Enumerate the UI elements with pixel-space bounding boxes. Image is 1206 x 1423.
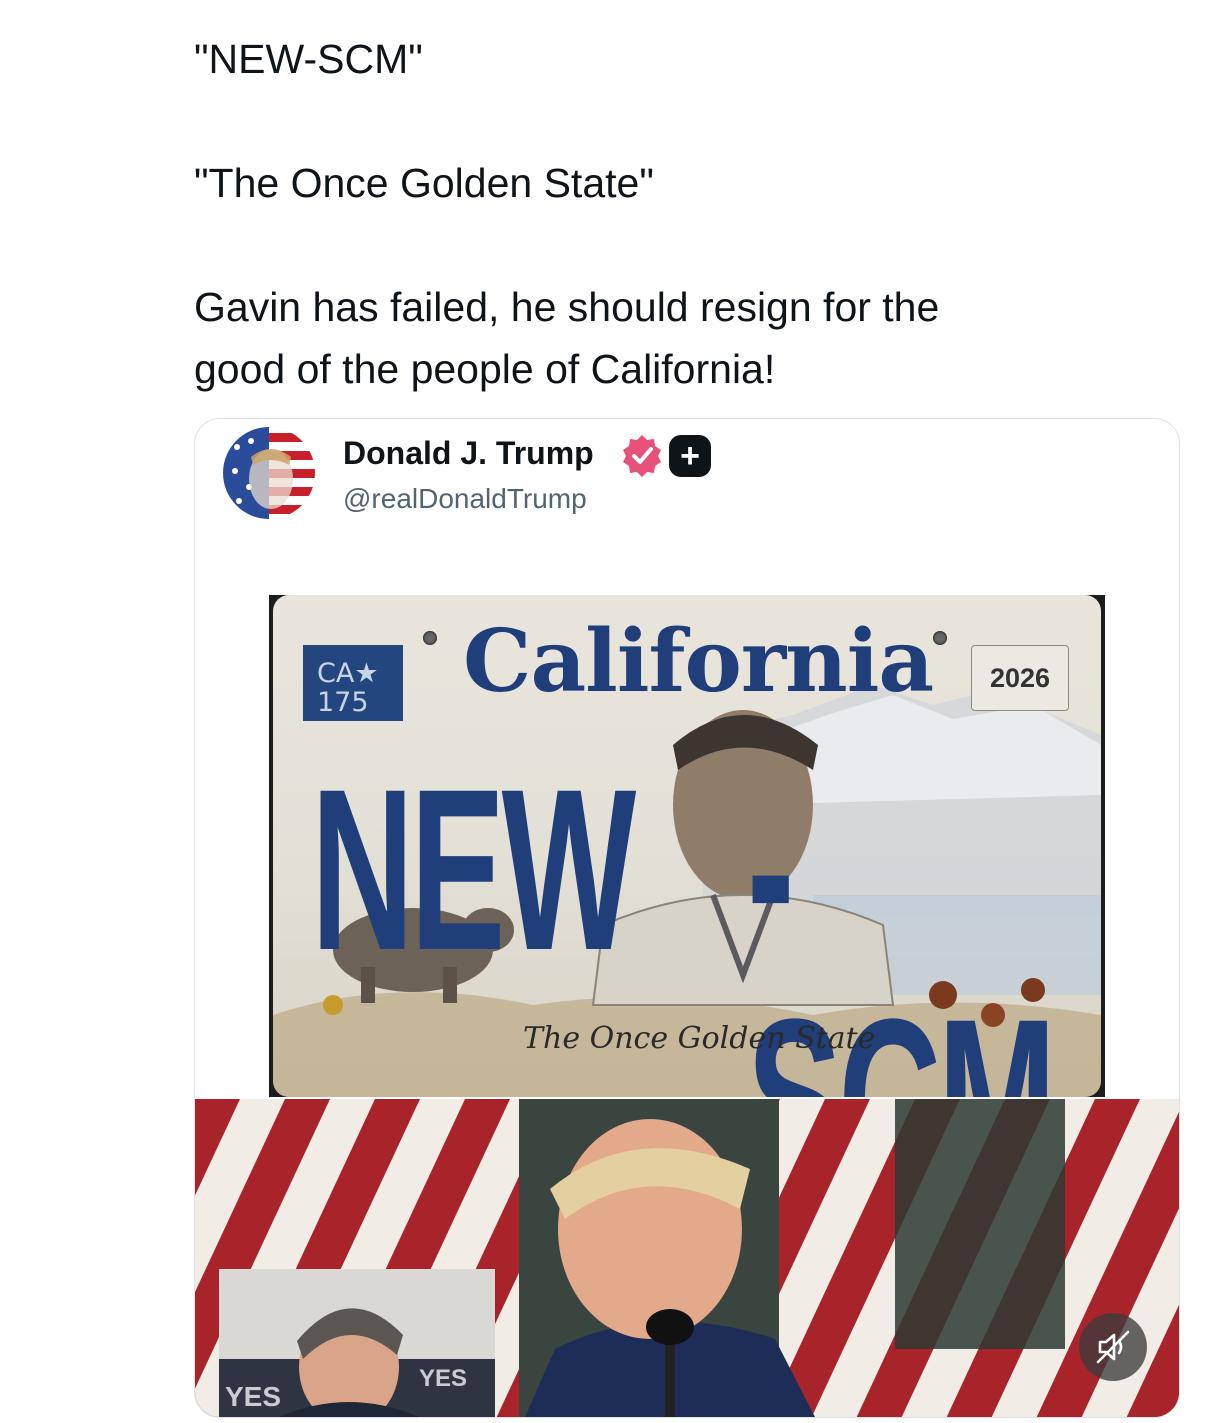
author-name[interactable]: Donald J. Trump xyxy=(343,435,594,472)
post-line-4: good of the people of California! xyxy=(194,346,776,392)
author-handle[interactable]: @realDonaldTrump xyxy=(343,483,587,515)
plate-ca-line2: 175 xyxy=(317,687,369,718)
plate-ca-line1: CA★ xyxy=(317,658,379,689)
muted-speaker-icon xyxy=(1096,1330,1130,1364)
post-line-2: "The Once Golden State" xyxy=(194,160,654,206)
plate-bolt-hole xyxy=(423,631,437,645)
license-plate-image[interactable]: CA★ 175 California 2026 NEW -SCM The Onc… xyxy=(269,595,1105,1097)
plus-glyph: + xyxy=(680,437,700,475)
plate-bolt-hole xyxy=(933,631,947,645)
inset-sign-left: YES xyxy=(225,1381,282,1412)
plus-badge-icon: + xyxy=(669,435,711,477)
plate-number-left: NEW xyxy=(311,741,636,998)
plate-state-name: California xyxy=(463,611,934,712)
verified-badge-icon xyxy=(620,433,664,482)
license-plate: CA★ 175 California 2026 NEW -SCM The Onc… xyxy=(273,595,1101,1097)
post-text: "NEW-SCM" "The Once Golden State" Gavin … xyxy=(194,28,1154,400)
plate-slogan: The Once Golden State xyxy=(523,1021,876,1056)
quoted-post-card[interactable]: Donald J. Trump + @realDonaldTrump CA★ 1… xyxy=(194,418,1180,1418)
video-inset-image: YES YES xyxy=(219,1269,495,1417)
post-line-3: Gavin has failed, he should resign for t… xyxy=(194,284,940,330)
plate-year-sticker: 2026 xyxy=(971,645,1069,711)
video-player[interactable]: YES YES xyxy=(195,1099,1179,1417)
post-line-1: "NEW-SCM" xyxy=(194,36,423,82)
plate-ca-sticker: CA★ 175 xyxy=(303,645,403,721)
author-avatar[interactable] xyxy=(223,427,315,519)
inset-sign-right: YES xyxy=(419,1365,468,1392)
mute-toggle-button[interactable] xyxy=(1079,1313,1147,1381)
